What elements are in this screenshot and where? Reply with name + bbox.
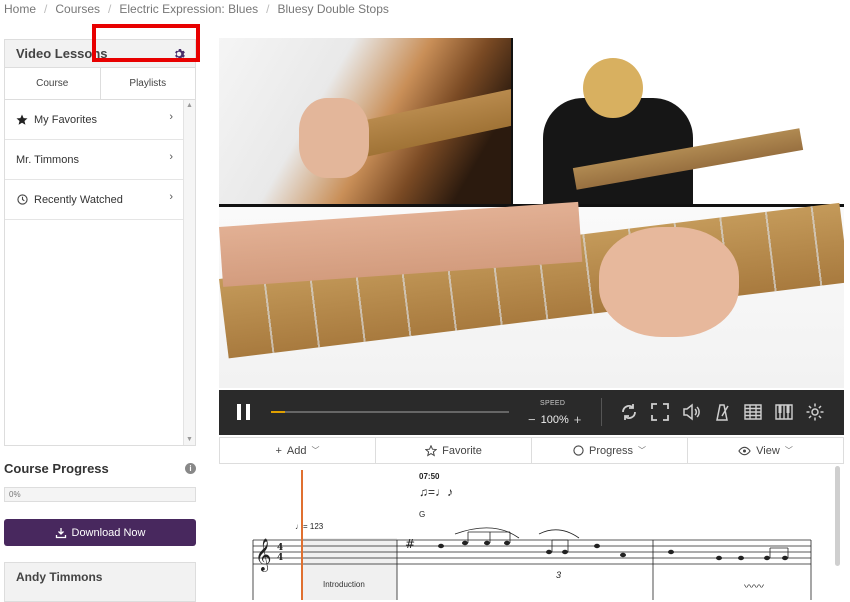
panel-title: Video Lessons (16, 46, 108, 61)
controls-divider (601, 398, 602, 426)
info-icon[interactable]: i (185, 463, 196, 474)
breadcrumb-separator: / (266, 2, 270, 16)
pause-icon[interactable] (237, 404, 251, 420)
video-lessons-panel: Video Lessons Course Playlists My Favori… (4, 39, 196, 446)
speed-label: SPEED (540, 400, 566, 407)
piano-icon[interactable] (774, 402, 794, 422)
eye-icon (738, 446, 751, 455)
course-progress-bar: 0% (4, 487, 196, 502)
video-divider (511, 38, 513, 204)
add-button[interactable]: + Add ﹀ (220, 438, 376, 463)
video-performer (513, 38, 844, 204)
svg-text:3: 3 (556, 570, 561, 580)
panel-header: Video Lessons (5, 40, 195, 68)
panel-tabs: Course Playlists (5, 68, 195, 100)
instructor-name: Andy Timmons (16, 570, 103, 584)
svg-text:〰〰: 〰〰 (744, 582, 764, 593)
metronome-icon[interactable] (712, 402, 732, 422)
playlist-item-label: Recently Watched (34, 193, 123, 206)
video-fretboard-closeup (219, 201, 844, 388)
fretting-hand-graphic (599, 227, 739, 337)
svg-text:#: # (405, 537, 415, 551)
playlist-item-my-favorites[interactable]: My Favorites › (5, 100, 183, 140)
clock-icon (16, 194, 28, 206)
player-controls: SPEED − 100% + (219, 390, 844, 435)
chevron-right-icon: › (169, 151, 173, 163)
lesson-toolbar: + Add ﹀ Favorite Progress ﹀ View ﹀ (219, 437, 844, 464)
scroll-up-icon[interactable]: ▲ (186, 102, 193, 109)
progress-button[interactable]: Progress ﹀ (532, 438, 688, 463)
progress-label: Progress (588, 444, 634, 457)
course-progress-title: Course Progress (4, 461, 109, 476)
sheet-music[interactable]: 07:50 ♫=♩♪ G ♩= 123 𝄞 4 4 # 3 〰〰 Introdu… (219, 464, 844, 600)
breadcrumb-course[interactable]: Electric Expression: Blues (119, 2, 258, 16)
playlist-item-label: My Favorites (34, 113, 97, 126)
chevron-down-icon: ﹀ (311, 446, 320, 455)
svg-text:4: 4 (277, 553, 283, 563)
staff-graphic: 𝄞 4 4 # 3 〰〰 (252, 527, 812, 600)
gear-icon[interactable] (173, 48, 185, 60)
breadcrumb-courses[interactable]: Courses (55, 2, 100, 16)
speed-decrease-button[interactable]: − (528, 412, 536, 427)
breadcrumb-separator: / (44, 2, 48, 16)
playlist-item-mr-timmons[interactable]: Mr. Timmons › (5, 140, 183, 180)
playlist-list: My Favorites › Mr. Timmons › Recently Wa… (5, 100, 183, 220)
circle-icon (573, 445, 584, 456)
playlist-item-label: Mr. Timmons (16, 153, 79, 166)
loop-icon[interactable] (619, 402, 639, 422)
settings-icon[interactable] (805, 402, 825, 422)
playlist-item-recently-watched[interactable]: Recently Watched › (5, 180, 183, 220)
course-progress-percent: 0% (9, 490, 21, 499)
scroll-down-icon[interactable]: ▼ (186, 436, 193, 443)
star-icon (16, 114, 28, 126)
favorite-button[interactable]: Favorite (376, 438, 532, 463)
speed-increase-button[interactable]: + (574, 412, 582, 427)
download-button[interactable]: Download Now (4, 519, 196, 546)
speed-value: 100% (540, 413, 569, 426)
video-progress-fill (271, 411, 286, 413)
breadcrumb: Home / Courses / Electric Expression: Bl… (4, 0, 389, 18)
fullscreen-icon[interactable] (650, 402, 670, 422)
plus-icon: + (275, 444, 282, 457)
section-label: Introduction (323, 580, 365, 589)
svg-text:4: 4 (277, 543, 283, 553)
chevron-right-icon: › (169, 191, 173, 203)
instructor-panel: Andy Timmons (4, 562, 196, 602)
video-progress-bar[interactable] (271, 411, 509, 413)
breadcrumb-home[interactable]: Home (4, 2, 36, 16)
download-icon (55, 527, 66, 538)
notation-scrollbar[interactable] (835, 466, 840, 566)
speed-control: − 100% + (528, 412, 581, 427)
download-label: Download Now (71, 526, 146, 539)
panel-scrollbar[interactable]: ▲ ▼ (183, 100, 195, 445)
chevron-down-icon: ﹀ (638, 446, 647, 455)
performer-head-graphic (583, 58, 643, 118)
chevron-right-icon: › (169, 111, 173, 123)
add-label: Add (286, 444, 307, 457)
svg-text:𝄞: 𝄞 (255, 538, 272, 572)
chevron-down-icon: ﹀ (784, 446, 793, 455)
favorite-label: Favorite (442, 444, 482, 457)
hand-graphic (299, 98, 369, 178)
playback-cursor (301, 470, 303, 600)
star-outline-icon (425, 444, 438, 457)
volume-icon[interactable] (681, 402, 701, 422)
tab-playlists[interactable]: Playlists (100, 68, 195, 99)
view-button[interactable]: View ﹀ (688, 438, 843, 463)
video-closeup-pick-hand (219, 38, 521, 204)
video-frame[interactable] (219, 38, 844, 388)
tab-course[interactable]: Course (5, 68, 101, 99)
view-label: View (756, 444, 780, 457)
breadcrumb-lesson: Bluesy Double Stops (277, 2, 389, 16)
tablature-icon[interactable] (743, 402, 763, 422)
breadcrumb-separator: / (108, 2, 112, 16)
